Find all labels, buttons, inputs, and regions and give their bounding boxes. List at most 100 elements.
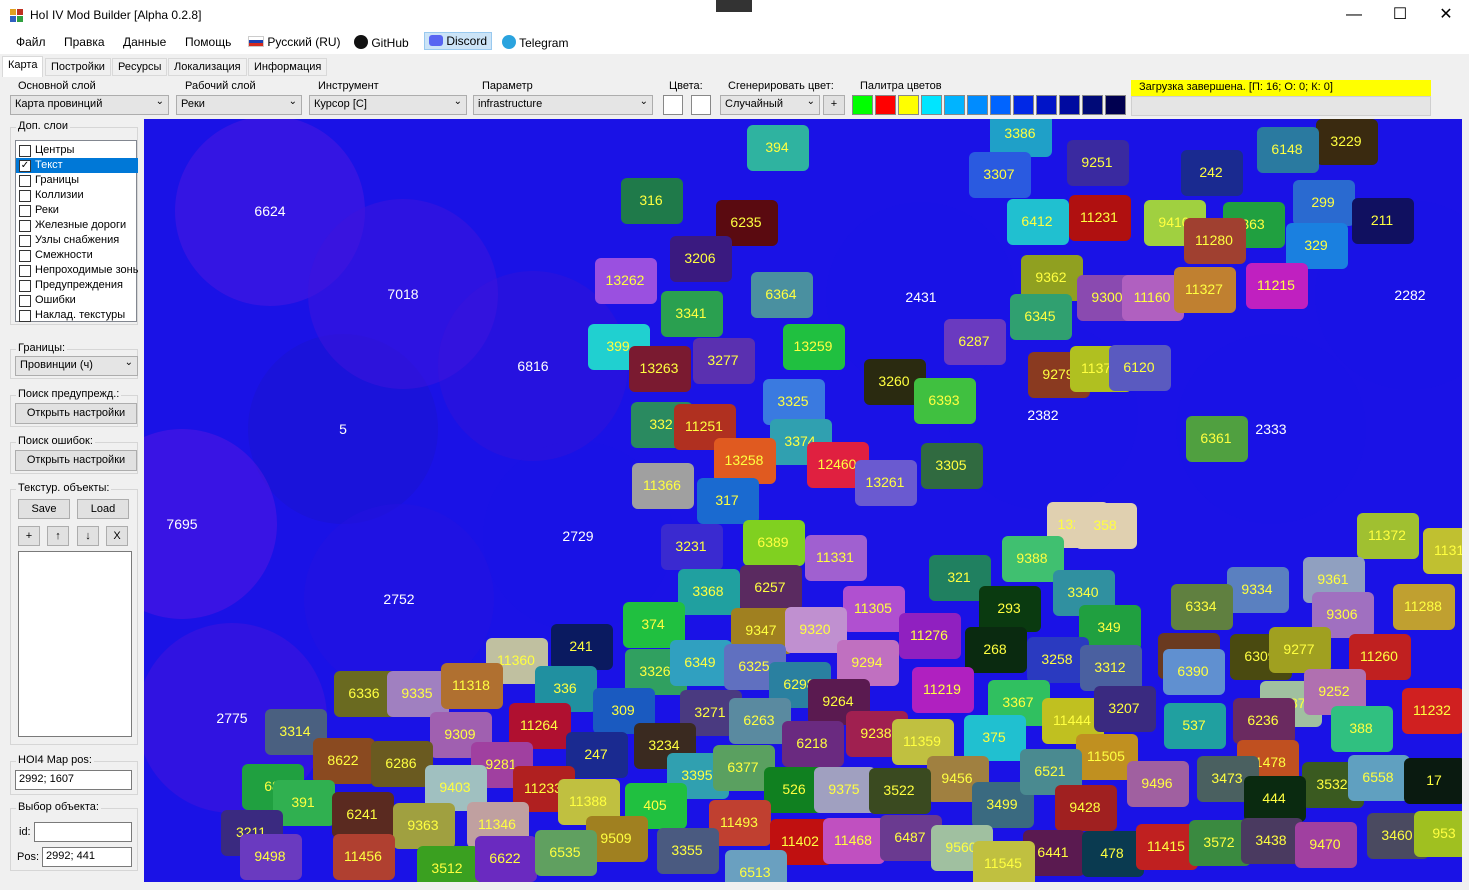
province-label: 6336: [348, 685, 379, 701]
tab-map[interactable]: Карта: [2, 56, 44, 77]
layer-checkbox[interactable]: [19, 280, 31, 292]
menu-github[interactable]: GitHub: [354, 35, 409, 50]
layer-checkbox[interactable]: [19, 265, 31, 277]
layer-item[interactable]: Железные дороги: [16, 218, 138, 233]
province-label: 3234: [648, 737, 679, 753]
close-button[interactable]: ✕: [1423, 0, 1469, 32]
menu-language[interactable]: Русский (RU): [248, 35, 341, 49]
map-canvas[interactable]: 394 3386 3229 6624 316 6235 9251 6148 3307 242 299…: [144, 119, 1462, 882]
province-label: 11318: [452, 677, 490, 693]
language-label: Русский (RU): [267, 35, 341, 49]
palette-swatch[interactable]: [967, 95, 988, 115]
menu-discord[interactable]: Discord: [424, 32, 493, 50]
minimize-button[interactable]: —: [1331, 0, 1377, 32]
palette-swatch[interactable]: [944, 95, 965, 115]
province-label: 9279: [1042, 366, 1073, 382]
palette-swatch[interactable]: [921, 95, 942, 115]
layer-item[interactable]: ✓ Текст: [16, 158, 138, 173]
province-label: 11456: [344, 848, 382, 864]
layer-item[interactable]: Смежности: [16, 248, 138, 263]
layer-label: Наклад. текстуры: [35, 309, 126, 321]
layer-label: Границы: [35, 174, 79, 186]
object-pos-field[interactable]: 2992; 441: [42, 847, 132, 867]
error-settings-button[interactable]: Открыть настройки: [15, 450, 137, 471]
layer-item[interactable]: Наклад. текстуры: [16, 308, 138, 323]
secondary-color-box[interactable]: [691, 95, 711, 115]
layer-item[interactable]: Непроходимые зоны: [16, 263, 138, 278]
palette-swatch[interactable]: [1059, 95, 1080, 115]
layer-item[interactable]: Узлы снабжения: [16, 233, 138, 248]
tool-select[interactable]: Курсор [C] ⌄: [309, 95, 467, 115]
province-map[interactable]: 394 3386 3229 6624 316 6235 9251 6148 3307 242 299…: [144, 119, 1462, 882]
texture-down-button[interactable]: ↓: [77, 526, 99, 546]
primary-color-box[interactable]: [663, 95, 683, 115]
work-layer-select[interactable]: Реки ⌄: [176, 95, 302, 115]
province-label: 9496: [1141, 775, 1172, 791]
layer-checkbox[interactable]: [19, 250, 31, 262]
tab-buildings[interactable]: Постройки: [45, 58, 111, 76]
texture-load-button[interactable]: Load: [77, 499, 129, 519]
layer-checkbox[interactable]: [19, 175, 31, 187]
layer-checkbox[interactable]: [19, 205, 31, 217]
layer-item[interactable]: Коллизии: [16, 188, 138, 203]
province-label: 3355: [671, 842, 702, 858]
layer-checkbox[interactable]: [19, 145, 31, 157]
province-label: 11288: [1404, 598, 1442, 614]
province-label: 6390: [1177, 663, 1208, 679]
map-pos-field[interactable]: 2992; 1607: [15, 770, 132, 790]
warn-settings-button[interactable]: Открыть настройки: [15, 403, 137, 424]
province-label: 3367: [1002, 694, 1033, 710]
chevron-down-icon: ⌄: [453, 96, 462, 107]
palette-swatch[interactable]: [990, 95, 1011, 115]
palette-swatch[interactable]: [1082, 95, 1103, 115]
layer-checkbox[interactable]: [19, 235, 31, 247]
texture-objects-list[interactable]: [18, 551, 132, 737]
layer-item[interactable]: Ошибки: [16, 293, 138, 308]
gen-color-select[interactable]: Случайный ⌄: [720, 95, 820, 115]
palette-swatch[interactable]: [1013, 95, 1034, 115]
menu-edit[interactable]: Правка: [64, 35, 105, 49]
palette-swatch[interactable]: [1036, 95, 1057, 115]
province-label: 3307: [983, 166, 1014, 182]
menu-file[interactable]: Файл: [16, 35, 46, 49]
texture-up-button[interactable]: ↑: [47, 526, 69, 546]
maximize-button[interactable]: ☐: [1377, 0, 1423, 32]
borders-select[interactable]: Провинции (ч) ⌄: [15, 356, 138, 376]
layer-checkbox[interactable]: ✓: [19, 160, 31, 172]
layer-checkbox[interactable]: [19, 310, 31, 322]
layer-checkbox[interactable]: [19, 190, 31, 202]
texture-save-button[interactable]: Save: [18, 499, 70, 519]
province-label: 3368: [692, 583, 723, 599]
drag-grip[interactable]: [716, 0, 752, 12]
tab-localization[interactable]: Локализация: [168, 58, 247, 76]
palette-swatch[interactable]: [875, 95, 896, 115]
base-layer-select[interactable]: Карта провинций ⌄: [10, 95, 169, 115]
province-label: 11346: [478, 816, 516, 832]
palette-swatch[interactable]: [1105, 95, 1126, 115]
province-label: 293: [997, 600, 1021, 616]
object-id-field[interactable]: [34, 822, 132, 842]
layer-item[interactable]: Центры: [16, 143, 138, 158]
param-select[interactable]: infrastructure ⌄: [473, 95, 653, 115]
gen-color-add-button[interactable]: +: [823, 95, 845, 115]
layer-checkbox[interactable]: [19, 220, 31, 232]
layer-checkbox[interactable]: [19, 295, 31, 307]
texture-add-button[interactable]: +: [18, 526, 40, 546]
menu-telegram[interactable]: Telegram: [502, 35, 568, 50]
province-label: 211: [1371, 212, 1394, 228]
menu-help[interactable]: Помощь: [185, 35, 231, 49]
tab-resources[interactable]: Ресурсы: [112, 58, 168, 76]
layer-label: Ошибки: [35, 294, 76, 306]
layer-item[interactable]: Предупреждения: [16, 278, 138, 293]
texture-delete-button[interactable]: X: [106, 526, 128, 546]
province-label: 358: [1093, 517, 1117, 533]
layer-item[interactable]: Реки: [16, 203, 138, 218]
palette-swatch[interactable]: [898, 95, 919, 115]
base-layer-value: Карта провинций: [15, 98, 103, 110]
tab-information[interactable]: Информация: [248, 58, 328, 76]
layer-item[interactable]: Границы: [16, 173, 138, 188]
menu-data[interactable]: Данные: [123, 35, 166, 49]
province-label: 9252: [1318, 683, 1349, 699]
palette-label: Палитра цветов: [860, 80, 942, 92]
palette-swatch[interactable]: [852, 95, 873, 115]
